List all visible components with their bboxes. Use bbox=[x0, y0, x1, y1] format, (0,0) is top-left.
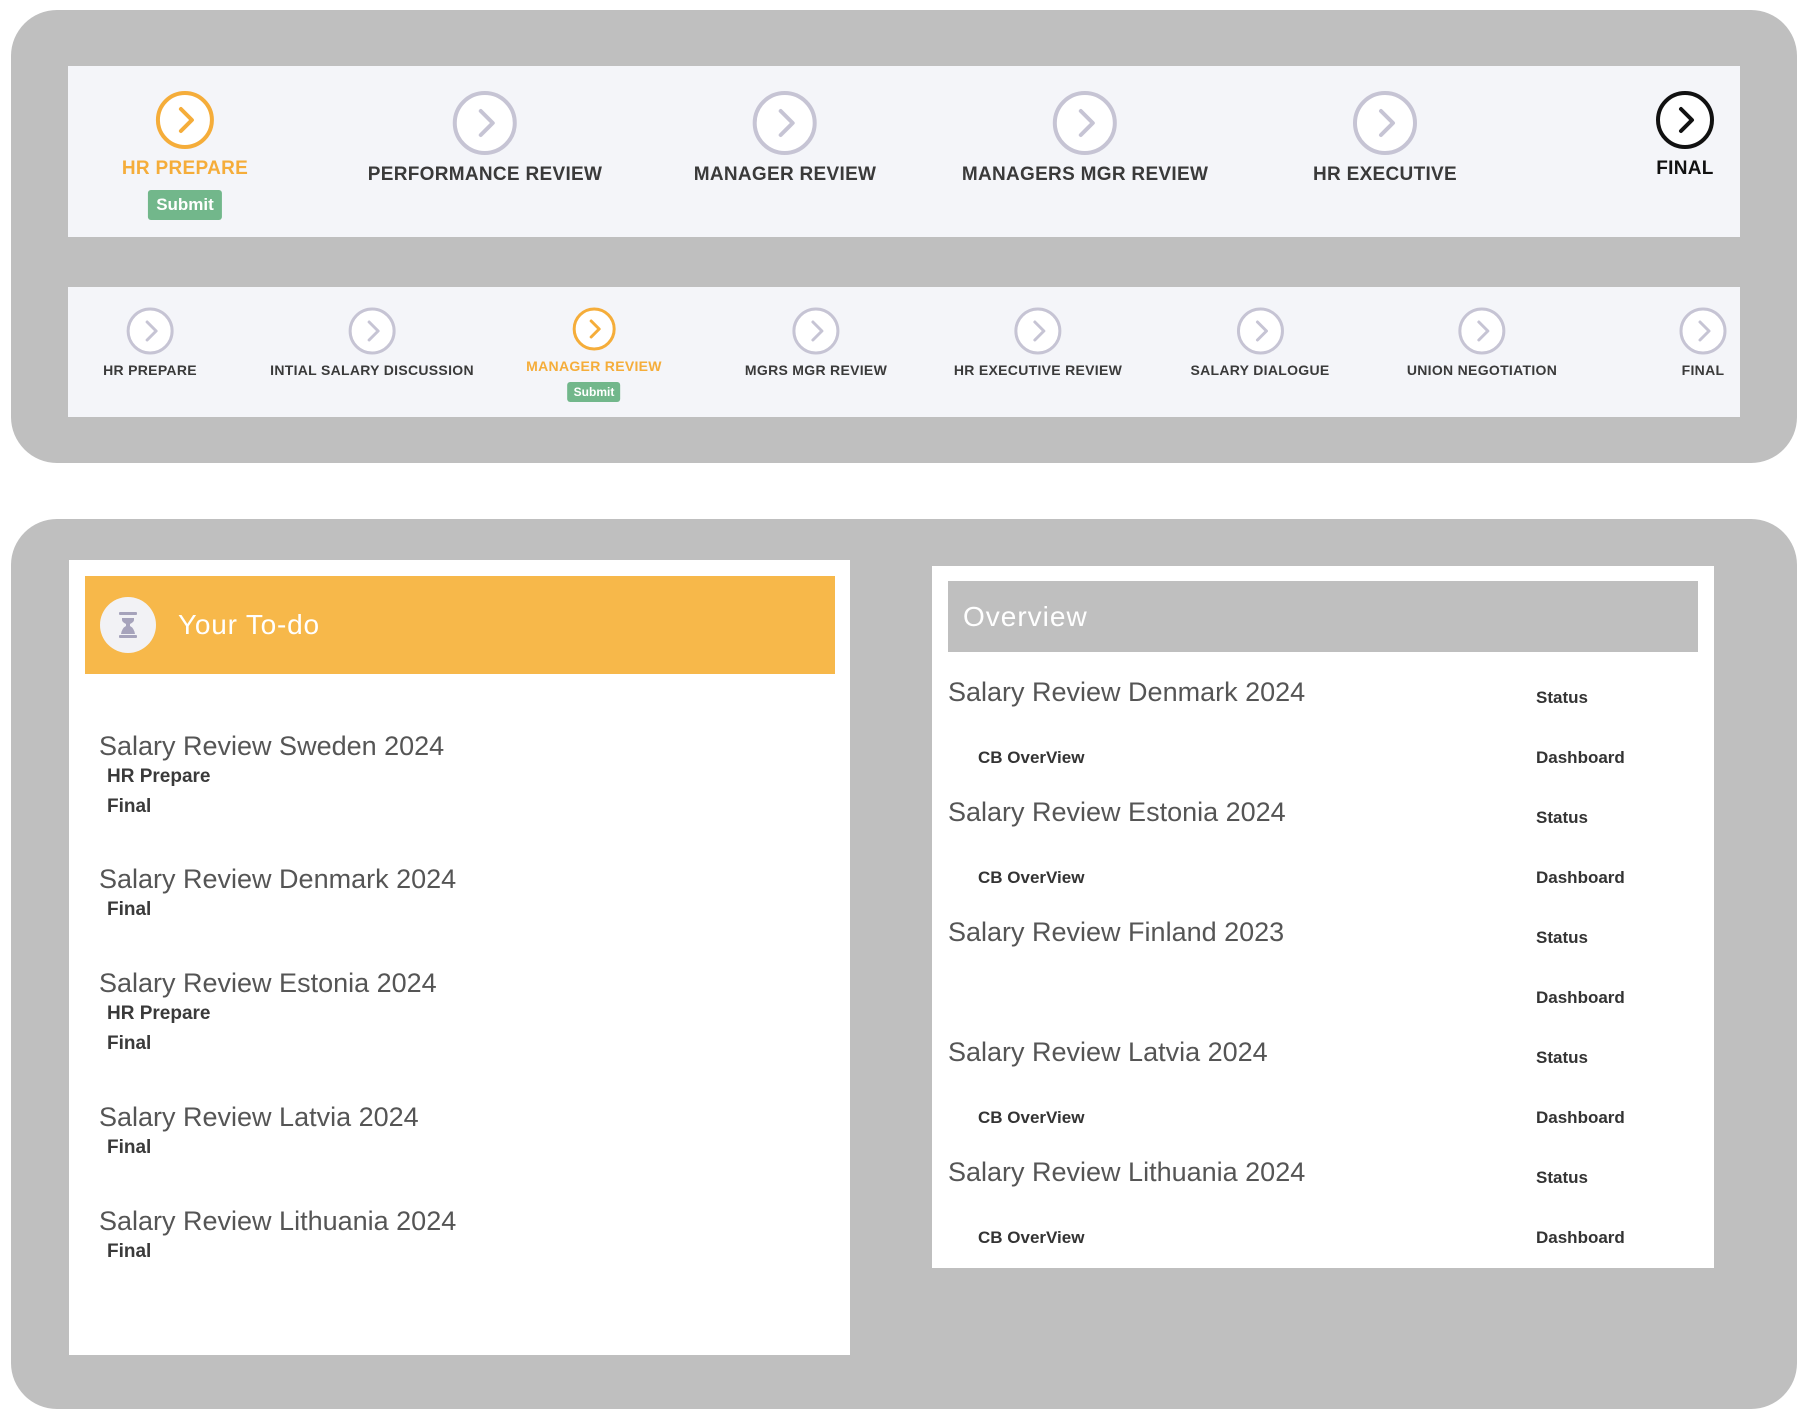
status-link[interactable]: Status bbox=[1536, 808, 1588, 828]
chevron-right-circle-icon bbox=[1053, 91, 1117, 155]
step-label: HR EXECUTIVE REVIEW bbox=[953, 362, 1123, 378]
status-link[interactable]: Status bbox=[1536, 1048, 1588, 1068]
step-salary-dialogue[interactable]: SALARY DIALOGUE bbox=[1190, 306, 1329, 378]
chevron-right-circle-icon bbox=[1679, 307, 1727, 355]
todo-item-stage[interactable]: Final bbox=[107, 1237, 456, 1267]
step-label: FINAL bbox=[1656, 158, 1714, 179]
step-final[interactable]: FINAL bbox=[1655, 90, 1715, 180]
todo-item-title[interactable]: Salary Review Latvia 2024 bbox=[99, 1102, 419, 1133]
dashboard-link[interactable]: Dashboard bbox=[1536, 1228, 1625, 1248]
chevron-right-circle-icon bbox=[155, 91, 214, 149]
cb-overview-link[interactable]: CB OverView bbox=[978, 1108, 1084, 1128]
status-link[interactable]: Status bbox=[1536, 928, 1588, 948]
chevron-right-circle-icon bbox=[1014, 307, 1062, 355]
todo-item[interactable]: Salary Review Latvia 2024 Final bbox=[99, 1102, 419, 1163]
step-mgrs-mgr-review[interactable]: MGRS MGR REVIEW bbox=[745, 306, 887, 378]
submit-button[interactable]: Submit bbox=[148, 190, 222, 220]
workflow-stepper-primary: HR PREPARE Submit PERFORMANCE REVIEW MAN… bbox=[68, 66, 1740, 237]
overview-item-title: Salary Review Latvia 2024 bbox=[948, 1037, 1268, 1067]
step-label: PERFORMANCE REVIEW bbox=[367, 164, 603, 185]
step-managers-mgr-review[interactable]: MANAGERS MGR REVIEW bbox=[962, 90, 1208, 186]
step-label: MGRS MGR REVIEW bbox=[744, 362, 888, 378]
todo-item[interactable]: Salary Review Sweden 2024 HR Prepare Fin… bbox=[99, 731, 444, 822]
dashboard-link[interactable]: Dashboard bbox=[1536, 1108, 1625, 1128]
step-label: HR PREPARE bbox=[121, 158, 249, 179]
chevron-right-circle-icon bbox=[752, 91, 817, 155]
chevron-right-circle-icon bbox=[1352, 91, 1417, 155]
cb-overview-link[interactable]: CB OverView bbox=[978, 1228, 1084, 1248]
step-label: UNION NEGOTIATION bbox=[1406, 362, 1558, 378]
chevron-right-circle-icon bbox=[792, 307, 840, 355]
workflow-panel: HR PREPARE Submit PERFORMANCE REVIEW MAN… bbox=[11, 10, 1797, 463]
step-hr-executive-review[interactable]: HR EXECUTIVE REVIEW bbox=[954, 306, 1122, 378]
chevron-right-circle-icon bbox=[1656, 91, 1714, 149]
step-union-negotiation[interactable]: UNION NEGOTIATION bbox=[1407, 306, 1557, 378]
dashboard-link[interactable]: Dashboard bbox=[1536, 748, 1625, 768]
todo-item-stage[interactable]: Final bbox=[107, 895, 456, 925]
todo-item-title[interactable]: Salary Review Denmark 2024 bbox=[99, 864, 456, 895]
step-manager-review[interactable]: MANAGER REVIEW bbox=[694, 90, 877, 186]
status-link[interactable]: Status bbox=[1536, 1168, 1588, 1188]
submit-button[interactable]: Submit bbox=[567, 382, 621, 402]
cb-overview-link[interactable]: CB OverView bbox=[978, 748, 1084, 768]
chevron-right-circle-icon bbox=[572, 307, 616, 351]
step-hr-executive[interactable]: HR EXECUTIVE bbox=[1313, 90, 1457, 186]
step-hr-prepare[interactable]: HR PREPARE bbox=[103, 306, 197, 378]
step-label: SALARY DIALOGUE bbox=[1190, 362, 1330, 378]
todo-item-stage[interactable]: HR Prepare bbox=[107, 762, 444, 792]
step-label: HR PREPARE bbox=[103, 362, 197, 378]
step-label: HR EXECUTIVE bbox=[1312, 164, 1458, 185]
chevron-right-circle-icon bbox=[126, 307, 174, 355]
overview-item-title: Salary Review Finland 2023 bbox=[948, 917, 1285, 947]
todo-item[interactable]: Salary Review Lithuania 2024 Final bbox=[99, 1206, 456, 1267]
todo-item-stage[interactable]: Final bbox=[107, 792, 444, 822]
overview-item-title: Salary Review Lithuania 2024 bbox=[948, 1157, 1306, 1187]
workflow-stepper-secondary: HR PREPARE INTIAL SALARY DISCUSSION MANA… bbox=[68, 287, 1740, 417]
overview-card: Overview Salary Review Denmark 2024 Stat… bbox=[932, 566, 1714, 1268]
dashboard-link[interactable]: Dashboard bbox=[1536, 988, 1625, 1008]
todo-item-title[interactable]: Salary Review Estonia 2024 bbox=[99, 968, 437, 999]
chevron-right-circle-icon bbox=[453, 91, 517, 155]
todo-title: Your To-do bbox=[178, 609, 320, 640]
step-label: MANAGER REVIEW bbox=[526, 358, 662, 374]
chevron-right-circle-icon bbox=[1458, 307, 1506, 355]
chevron-right-circle-icon bbox=[1236, 307, 1284, 355]
chevron-right-circle-icon bbox=[348, 307, 396, 355]
step-performance-review[interactable]: PERFORMANCE REVIEW bbox=[368, 90, 602, 186]
todo-item-stage[interactable]: HR Prepare bbox=[107, 999, 437, 1029]
overview-title: Overview bbox=[963, 600, 1088, 632]
overview-item-title: Salary Review Denmark 2024 bbox=[948, 677, 1306, 707]
dashboard-link[interactable]: Dashboard bbox=[1536, 868, 1625, 888]
todo-item[interactable]: Salary Review Denmark 2024 Final bbox=[99, 864, 456, 925]
overview-item-title: Salary Review Estonia 2024 bbox=[948, 797, 1286, 827]
cb-overview-link[interactable]: CB OverView bbox=[978, 868, 1084, 888]
todo-item-stage[interactable]: Final bbox=[107, 1029, 437, 1059]
step-label: MANAGERS MGR REVIEW bbox=[961, 164, 1209, 185]
step-manager-review[interactable]: MANAGER REVIEW Submit bbox=[526, 306, 662, 402]
overview-header: Overview bbox=[948, 581, 1698, 652]
todo-item-stage[interactable]: Final bbox=[107, 1133, 419, 1163]
todo-header: Your To-do bbox=[85, 576, 835, 674]
status-link[interactable]: Status bbox=[1536, 688, 1588, 708]
todo-card: Your To-do Salary Review Sweden 2024 HR … bbox=[69, 560, 850, 1355]
step-final[interactable]: FINAL bbox=[1678, 306, 1728, 378]
step-label: MANAGER REVIEW bbox=[693, 164, 877, 185]
step-label: INTIAL SALARY DISCUSSION bbox=[270, 362, 474, 378]
step-initial-salary-discussion[interactable]: INTIAL SALARY DISCUSSION bbox=[270, 306, 474, 378]
step-hr-prepare[interactable]: HR PREPARE Submit bbox=[122, 90, 248, 220]
step-label: FINAL bbox=[1681, 362, 1725, 378]
todo-item-title[interactable]: Salary Review Sweden 2024 bbox=[99, 731, 444, 762]
todo-item-title[interactable]: Salary Review Lithuania 2024 bbox=[99, 1206, 456, 1237]
hourglass-icon bbox=[100, 597, 156, 653]
todo-item[interactable]: Salary Review Estonia 2024 HR Prepare Fi… bbox=[99, 968, 437, 1059]
